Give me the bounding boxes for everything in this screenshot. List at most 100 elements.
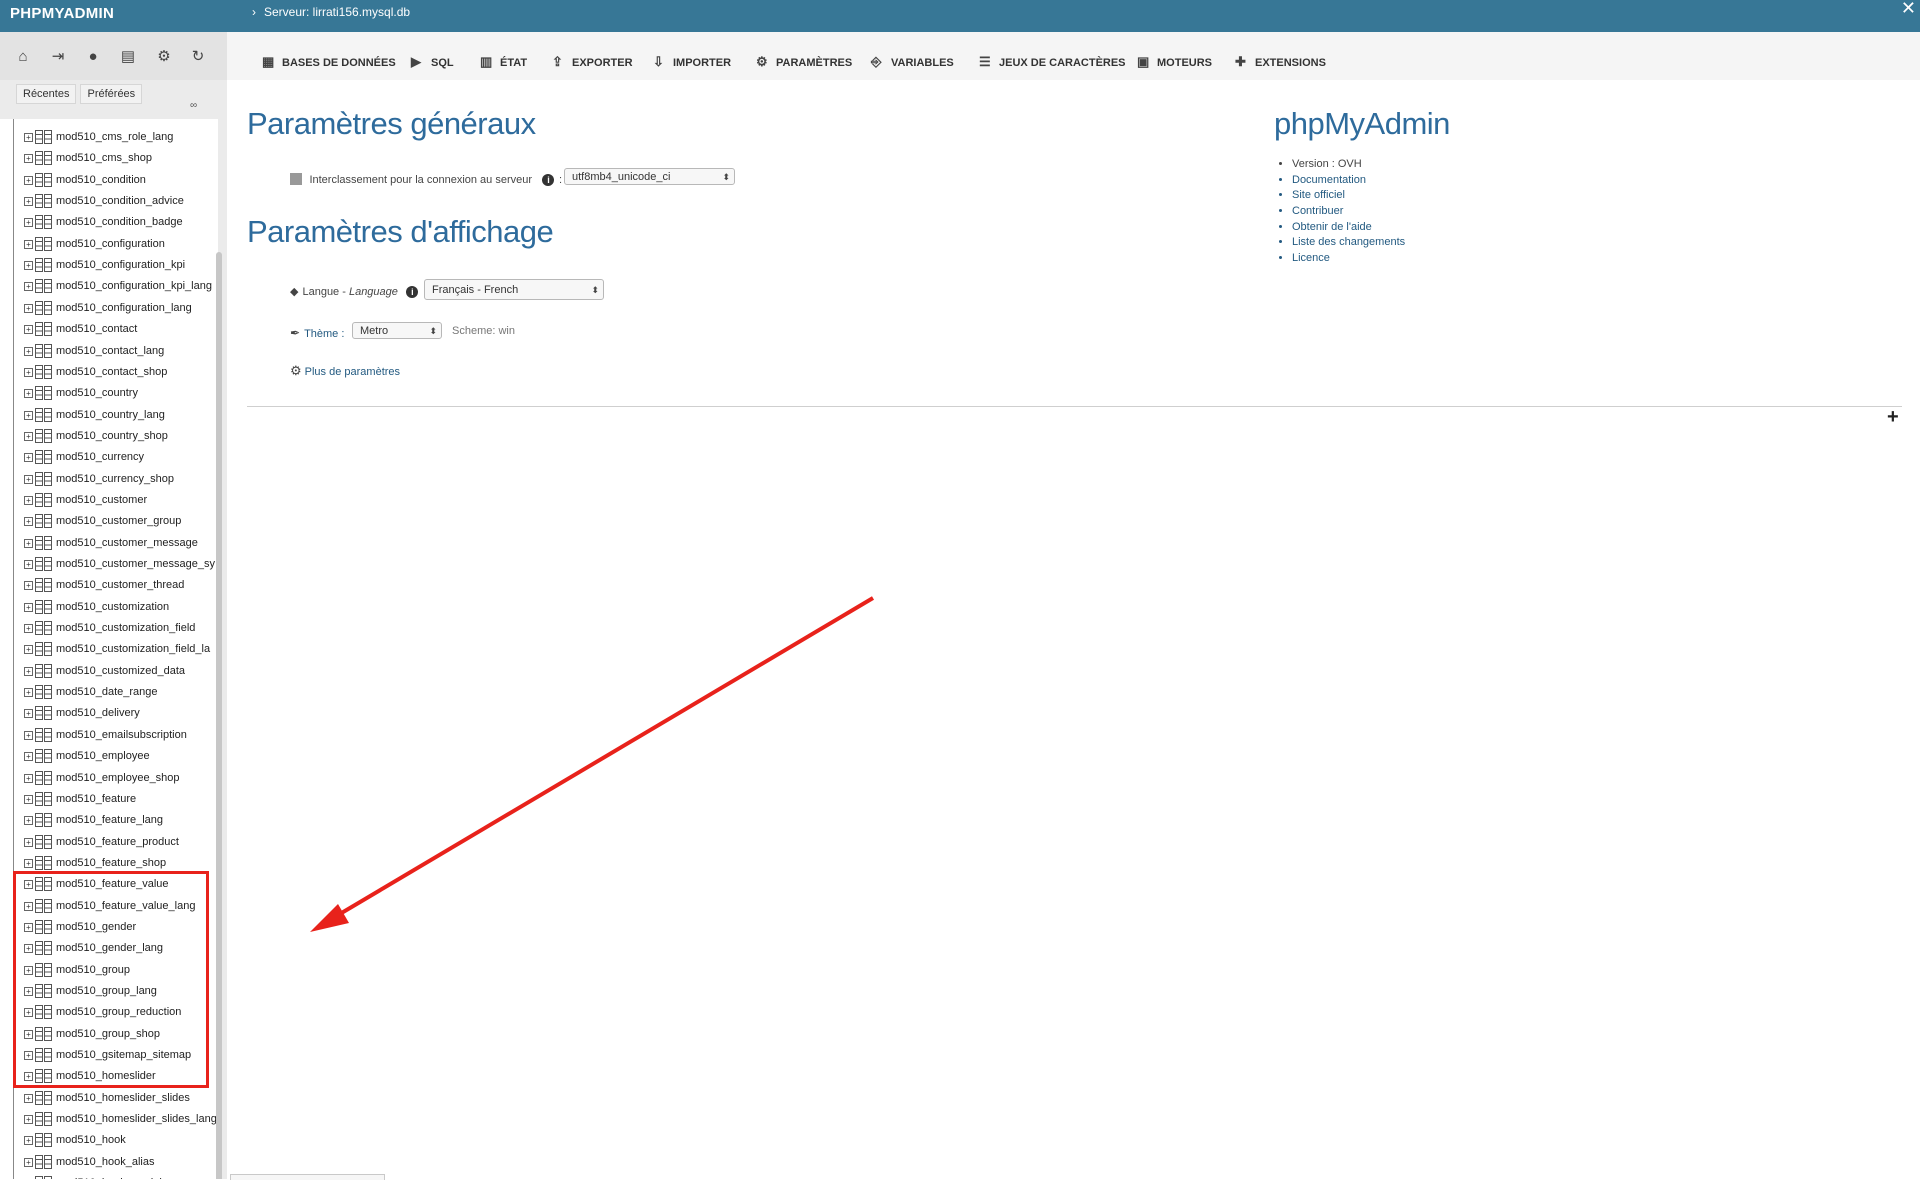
expand-icon[interactable]: +: [24, 325, 33, 335]
expand-icon[interactable]: +: [24, 175, 33, 185]
expand-icon[interactable]: +: [24, 581, 33, 591]
reload-icon[interactable]: ↻: [189, 48, 207, 66]
table-icon[interactable]: [35, 471, 52, 486]
tab-sql[interactable]: ▶ SQL: [411, 54, 454, 70]
table-name[interactable]: mod510_employee_shop: [56, 772, 180, 784]
pma-link[interactable]: Licence: [1292, 252, 1405, 268]
table-icon[interactable]: [35, 791, 52, 806]
table-row[interactable]: + mod510_employee_shop: [0, 768, 218, 789]
table-icon[interactable]: [35, 1090, 52, 1105]
table-icon[interactable]: [35, 578, 52, 593]
info-icon[interactable]: ●: [84, 48, 102, 66]
table-name[interactable]: mod510_homeslider_slides: [56, 1092, 190, 1104]
expand-icon[interactable]: +: [24, 154, 33, 164]
table-name[interactable]: mod510_customer_message: [56, 537, 198, 549]
docs-icon[interactable]: ▤: [119, 48, 137, 66]
table-icon[interactable]: [35, 343, 52, 358]
pma-link[interactable]: Documentation: [1292, 174, 1405, 190]
expand-icon[interactable]: +: [24, 730, 33, 740]
table-row[interactable]: + mod510_condition_advice: [0, 191, 218, 212]
expand-icon[interactable]: +: [24, 239, 33, 249]
expand-icon[interactable]: +: [24, 816, 33, 826]
table-icon[interactable]: [35, 834, 52, 849]
expand-icon[interactable]: +: [24, 560, 33, 569]
expand-icon[interactable]: +: [24, 303, 33, 313]
language-select[interactable]: Français - French ⬍: [424, 279, 604, 300]
table-row[interactable]: + mod510_contact: [0, 319, 218, 340]
table-name[interactable]: mod510_homeslider_slides_lang: [56, 1113, 217, 1125]
navigation-scrollbar[interactable]: [216, 252, 222, 1179]
expand-icon[interactable]: +: [24, 1115, 33, 1125]
table-row[interactable]: + mod510_customization: [0, 597, 218, 618]
expand-icon[interactable]: +: [24, 1136, 33, 1146]
table-icon[interactable]: [35, 749, 52, 764]
pma-link[interactable]: Liste des changements: [1292, 236, 1405, 252]
expand-icon[interactable]: +: [24, 538, 33, 548]
table-row[interactable]: + mod510_country: [0, 383, 218, 404]
table-row[interactable]: + mod510_configuration: [0, 234, 218, 255]
expand-icon[interactable]: +: [24, 602, 33, 612]
table-name[interactable]: mod510_date_range: [56, 686, 158, 698]
app-logo[interactable]: PHPMYADMIN: [10, 5, 114, 22]
table-icon[interactable]: [35, 855, 52, 870]
table-name[interactable]: mod510_hook_alias: [56, 1156, 154, 1168]
table-icon[interactable]: [35, 258, 52, 273]
table-name[interactable]: mod510_customization: [56, 601, 169, 613]
table-name[interactable]: mod510_customization_field: [56, 622, 195, 634]
table-icon[interactable]: [35, 727, 52, 742]
table-icon[interactable]: [35, 685, 52, 700]
table-name[interactable]: mod510_country_lang: [56, 409, 165, 421]
table-name[interactable]: mod510_contact: [56, 323, 137, 335]
table-name[interactable]: mod510_currency_shop: [56, 473, 174, 485]
expand-icon[interactable]: +: [24, 495, 33, 505]
table-icon[interactable]: [35, 770, 52, 785]
table-row[interactable]: + mod510_cms_shop: [0, 148, 218, 169]
table-name[interactable]: mod510_configuration_lang: [56, 302, 192, 314]
expand-icon[interactable]: +: [24, 346, 33, 356]
expand-icon[interactable]: +: [1887, 406, 1899, 429]
table-name[interactable]: mod510_condition_badge: [56, 216, 183, 228]
more-settings-link[interactable]: Plus de paramètres: [305, 366, 400, 378]
table-name[interactable]: mod510_condition_advice: [56, 195, 184, 207]
table-row[interactable]: + mod510_customer_thread: [0, 575, 218, 596]
table-name[interactable]: mod510_customized_data: [56, 665, 185, 677]
expand-icon[interactable]: +: [24, 261, 33, 271]
table-row[interactable]: + mod510_hook: [0, 1130, 218, 1151]
table-name[interactable]: mod510_customer_group: [56, 515, 181, 527]
table-row[interactable]: + mod510_cms_role_lang: [0, 127, 218, 148]
table-row[interactable]: + mod510_country_shop: [0, 426, 218, 447]
table-name[interactable]: mod510_configuration_kpi_lang: [56, 280, 212, 292]
table-icon[interactable]: [35, 514, 52, 529]
table-row[interactable]: + mod510_contact_lang: [0, 341, 218, 362]
table-name[interactable]: mod510_customer_thread: [56, 579, 184, 591]
info-icon[interactable]: i: [406, 286, 419, 298]
expand-icon[interactable]: +: [24, 1093, 33, 1103]
settings-icon[interactable]: ⚙: [155, 48, 173, 66]
table-row[interactable]: + mod510_homeslider_slides_lang: [0, 1109, 218, 1130]
expand-icon[interactable]: +: [24, 133, 33, 142]
table-name[interactable]: mod510_country: [56, 387, 138, 399]
expand-icon[interactable]: +: [24, 624, 33, 634]
expand-icon[interactable]: +: [24, 666, 33, 676]
table-icon[interactable]: [35, 813, 52, 828]
table-icon[interactable]: [35, 706, 52, 721]
table-row[interactable]: + mod510_emailsubscription: [0, 725, 218, 746]
table-icon[interactable]: [35, 599, 52, 614]
table-name[interactable]: mod510_currency: [56, 451, 144, 463]
table-row[interactable]: + mod510_condition_badge: [0, 212, 218, 233]
table-name[interactable]: mod510_customization_field_la: [56, 643, 210, 655]
breadcrumb[interactable]: › Serveur: lirrati156.mysql.db: [252, 5, 410, 19]
table-icon[interactable]: [35, 151, 52, 166]
table-name[interactable]: mod510_contact_lang: [56, 345, 164, 357]
table-icon[interactable]: [35, 300, 52, 315]
table-row[interactable]: + mod510_customized_data: [0, 661, 218, 682]
table-row[interactable]: + mod510_condition: [0, 170, 218, 191]
expand-icon[interactable]: +: [24, 453, 33, 463]
expand-icon[interactable]: +: [24, 1157, 33, 1167]
expand-icon[interactable]: +: [24, 858, 33, 868]
table-row[interactable]: + mod510_hook_alias: [0, 1152, 218, 1173]
tab-status[interactable]: ▥ ÉTAT: [480, 54, 527, 70]
table-icon[interactable]: [35, 364, 52, 379]
expand-icon[interactable]: +: [24, 517, 33, 527]
table-icon[interactable]: [35, 407, 52, 422]
